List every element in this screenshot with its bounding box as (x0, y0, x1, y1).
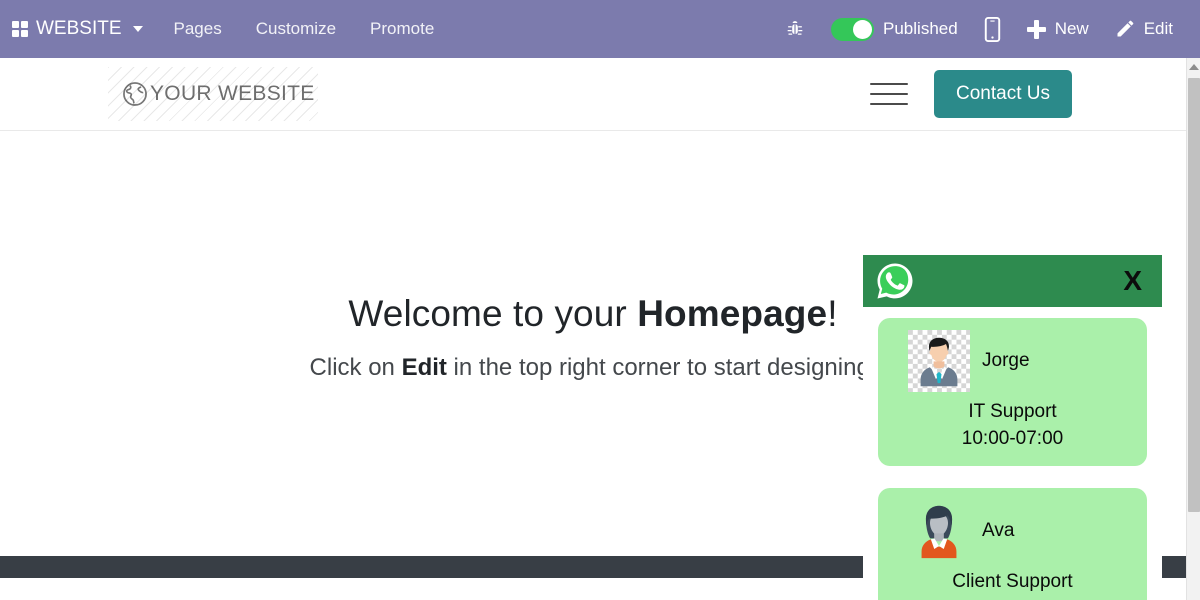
menu-item-customize[interactable]: Customize (239, 0, 353, 58)
chevron-down-icon (132, 26, 143, 32)
menu-item-promote[interactable]: Promote (353, 0, 451, 58)
agent-name: Jorge (982, 350, 1030, 371)
contact-us-button[interactable]: Contact Us (934, 70, 1072, 118)
debug-button[interactable] (772, 0, 818, 58)
new-label: New (1054, 19, 1089, 38)
agent-header: Jorge (892, 330, 1133, 392)
editor-bar-right-group: Published New Edit (772, 0, 1200, 58)
published-toggle[interactable] (831, 17, 875, 41)
hero-title-suffix: ! (827, 293, 838, 334)
hamburger-menu-icon[interactable] (870, 81, 909, 107)
agent-hours: 10:00-07:00 (961, 428, 1064, 449)
website-menu-button[interactable]: WEBSITE (0, 0, 157, 58)
scroll-up-arrow-icon[interactable] (1187, 58, 1200, 76)
agent-card[interactable]: Ava Client Support (878, 488, 1147, 600)
chat-close-button[interactable]: X (1119, 267, 1146, 295)
chat-widget-header: X (863, 255, 1162, 307)
edit-button[interactable]: Edit (1102, 0, 1186, 58)
editor-bar-left-group: WEBSITE Pages Customize Promote (0, 0, 451, 58)
website-logo-text: YOUR WEBSITE (150, 82, 315, 105)
agent-role: IT Support (968, 401, 1057, 422)
mobile-preview-button[interactable] (971, 0, 1014, 58)
agent-role: Client Support (952, 571, 1073, 592)
agent-card[interactable]: Jorge IT Support 10:00-07:00 (878, 318, 1147, 466)
publish-toggle-group[interactable]: Published (818, 0, 971, 58)
female-avatar-icon (921, 505, 957, 559)
scrollbar-thumb[interactable] (1188, 78, 1200, 512)
editor-top-bar: WEBSITE Pages Customize Promote Publishe… (0, 0, 1200, 58)
hero-title-strong: Homepage (637, 293, 828, 334)
website-header-actions: Contact Us (870, 70, 1186, 118)
whatsapp-logo-icon[interactable] (875, 261, 915, 301)
pencil-icon (1117, 20, 1134, 37)
hero-subtitle-prefix: Click on (309, 354, 402, 382)
whatsapp-chat-widget: X Jorge IT Support 10:00-07:00 Ava Clien… (863, 255, 1162, 600)
plus-icon (1026, 19, 1046, 39)
mobile-phone-icon (984, 16, 1000, 42)
agent-name: Ava (982, 520, 1015, 541)
edit-label: Edit (1143, 19, 1173, 38)
vertical-scrollbar[interactable] (1186, 58, 1200, 600)
new-button[interactable]: New (1014, 0, 1102, 58)
male-avatar-icon (908, 330, 970, 392)
agent-header: Ava (892, 500, 1133, 562)
hero-subtitle-suffix: in the top right corner to start designi… (446, 354, 877, 382)
website-header: YOUR WEBSITE Contact Us (0, 58, 1186, 131)
hero-title-prefix: Welcome to your (348, 293, 638, 334)
globe-icon (123, 82, 147, 106)
hero-subtitle-strong: Edit (401, 354, 447, 382)
bug-icon (787, 21, 803, 35)
menu-item-pages[interactable]: Pages (157, 0, 239, 58)
chat-widget-body: Jorge IT Support 10:00-07:00 Ava Client … (863, 307, 1162, 600)
website-menu-label: WEBSITE (36, 18, 122, 39)
website-logo[interactable]: YOUR WEBSITE (108, 67, 327, 121)
grid-icon (12, 21, 28, 37)
toggle-knob (853, 19, 873, 39)
published-label: Published (883, 19, 958, 38)
